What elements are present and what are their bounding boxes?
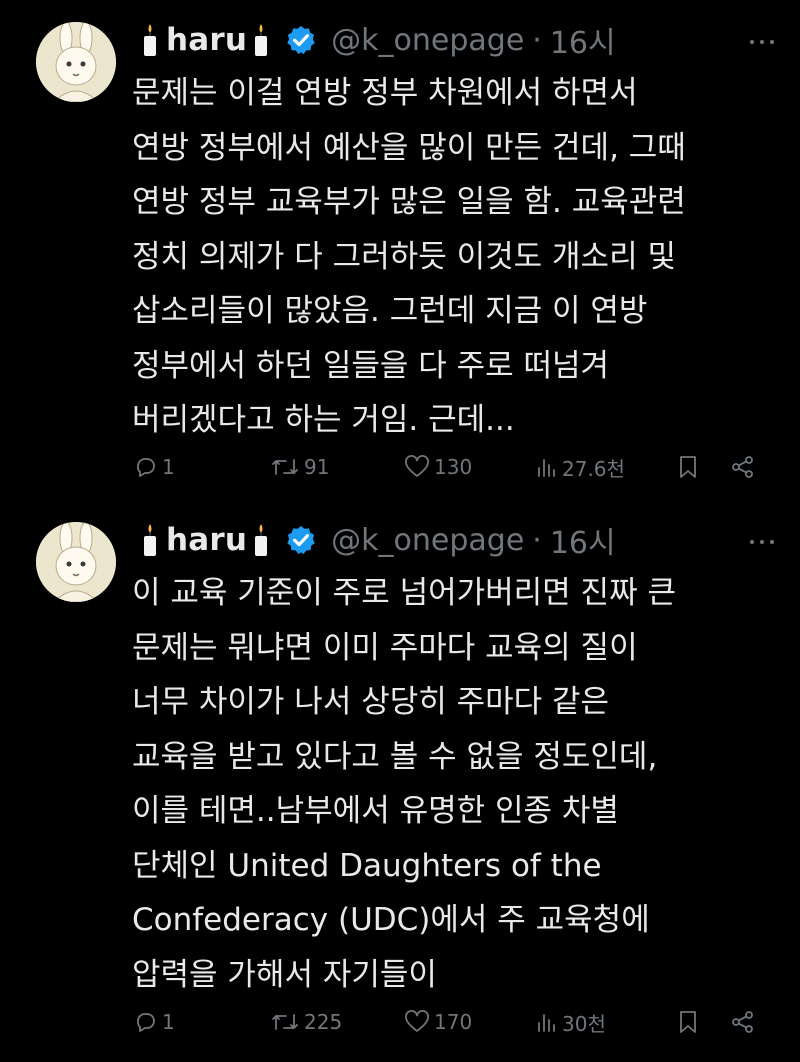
bookmark-button[interactable]: [676, 1005, 704, 1039]
candle-icon: [144, 524, 156, 556]
share-button[interactable]: [730, 1005, 760, 1039]
bookmark-icon: [680, 456, 696, 478]
action-bar: 1 91 130 27.6천: [132, 450, 772, 484]
share-icon: [732, 456, 753, 478]
like-button[interactable]: 130: [404, 450, 472, 484]
view-count: 27.6천: [562, 456, 625, 481]
tweet-text-line: Confederacy (UDC)에서 주 교육청에: [132, 902, 650, 938]
like-count: 130: [434, 455, 473, 479]
tweet-text-line: 정치 의제가 다 그러하듯 이것도 개소리 및: [132, 238, 676, 275]
timestamp[interactable]: 16시: [550, 518, 616, 562]
reply-icon: [137, 1013, 155, 1032]
share-icon: [732, 1011, 753, 1033]
display-name[interactable]: haru: [166, 22, 247, 58]
rabbit-avatar-icon[interactable]: [36, 22, 116, 102]
timestamp[interactable]: 16시: [550, 18, 616, 62]
candle-icon: [144, 24, 156, 56]
tweet-text-line: 이 교육 기준이 주로 넘어가버리면 진짜 큰: [132, 575, 676, 611]
verified-badge-icon: [287, 526, 315, 555]
tweet-text-line: 문제는 이걸 연방 정부 차원에서 하면서: [132, 75, 638, 111]
user-handle[interactable]: @k_onepage: [331, 23, 524, 58]
heart-icon: [405, 455, 429, 477]
tweet-text-line: 교육을 받고 있다고 볼 수 없을 정도인데,: [132, 738, 658, 775]
tweet[interactable]: haru @k_onepage · 16시 이 교육 기준이 주로 넘어가버리면…: [0, 500, 800, 1062]
tweet-header: haru @k_onepage · 16시: [140, 518, 616, 562]
display-name[interactable]: haru: [166, 522, 247, 558]
tweet[interactable]: haru @k_onepage · 16시 문제는 이걸 연방 정부 차원에서 …: [0, 0, 800, 500]
view-count: 30천: [562, 1011, 606, 1036]
more-icon[interactable]: [750, 530, 774, 554]
tweet-text-line: 문제는 뭐냐면 이미 주마다 교육의 질이: [132, 629, 638, 666]
tweet-text: 문제는 이걸 연방 정부 차원에서 하면서 연방 정부에서 예산을 많이 만든 …: [132, 66, 772, 448]
tweet-text-line: 연방 정부에서 예산을 많이 만든 건데, 그때: [132, 129, 686, 166]
retweet-icon: [272, 1014, 298, 1030]
action-bar: 1 225 170 30천: [132, 1005, 772, 1039]
views-button[interactable]: 27.6천: [536, 450, 625, 484]
tweet-text-line: 버리겠다고 하는 거임. 근데...: [132, 402, 515, 438]
candle-icon: [255, 524, 268, 556]
tweet-text-line: 단체인 United Daughters of the: [132, 847, 602, 884]
reply-count: 1: [162, 1010, 175, 1034]
separator-dot: ·: [532, 22, 542, 58]
retweet-icon: [272, 459, 298, 475]
views-icon: [538, 1014, 555, 1032]
tweet-text-line: 너무 차이가 나서 상당히 주마다 같은: [132, 684, 610, 720]
retweet-button[interactable]: 225: [270, 1005, 342, 1039]
candle-icon: [255, 24, 268, 56]
user-handle[interactable]: @k_onepage: [331, 523, 524, 558]
retweet-count: 91: [304, 455, 330, 479]
like-count: 170: [434, 1010, 473, 1034]
reply-button[interactable]: 1: [134, 1005, 175, 1039]
tweet-text-line: 연방 정부 교육부가 많은 일을 함. 교육관련: [132, 184, 686, 220]
tweet-text-line: 삽소리들이 많았음. 그런데 지금 이 연방: [132, 293, 648, 329]
retweet-button[interactable]: 91: [270, 450, 329, 484]
views-icon: [538, 459, 555, 477]
separator-dot: ·: [532, 522, 542, 558]
tweet-text-line: 압력을 가해서 자기들이: [132, 956, 437, 993]
reply-count: 1: [162, 455, 175, 479]
bookmark-icon: [680, 1011, 696, 1033]
heart-icon: [405, 1010, 429, 1032]
tweet-text: 이 교육 기준이 주로 넘어가버리면 진짜 큰 문제는 뭐냐면 이미 주마다 교…: [132, 566, 772, 1002]
reply-button[interactable]: 1: [134, 450, 175, 484]
bookmark-button[interactable]: [676, 450, 704, 484]
share-button[interactable]: [730, 450, 760, 484]
tweet-header: haru @k_onepage · 16시: [140, 18, 616, 62]
reply-icon: [137, 458, 155, 477]
views-button[interactable]: 30천: [536, 1005, 606, 1039]
retweet-count: 225: [304, 1010, 343, 1034]
verified-badge-icon: [287, 26, 315, 55]
like-button[interactable]: 170: [404, 1005, 472, 1039]
more-icon[interactable]: [750, 30, 774, 54]
tweet-text-line: 이를 테면..남부에서 유명한 인종 차별: [132, 793, 619, 829]
tweet-text-line: 정부에서 하던 일들을 다 주로 떠넘겨: [132, 347, 610, 384]
rabbit-avatar-icon[interactable]: [36, 522, 116, 602]
